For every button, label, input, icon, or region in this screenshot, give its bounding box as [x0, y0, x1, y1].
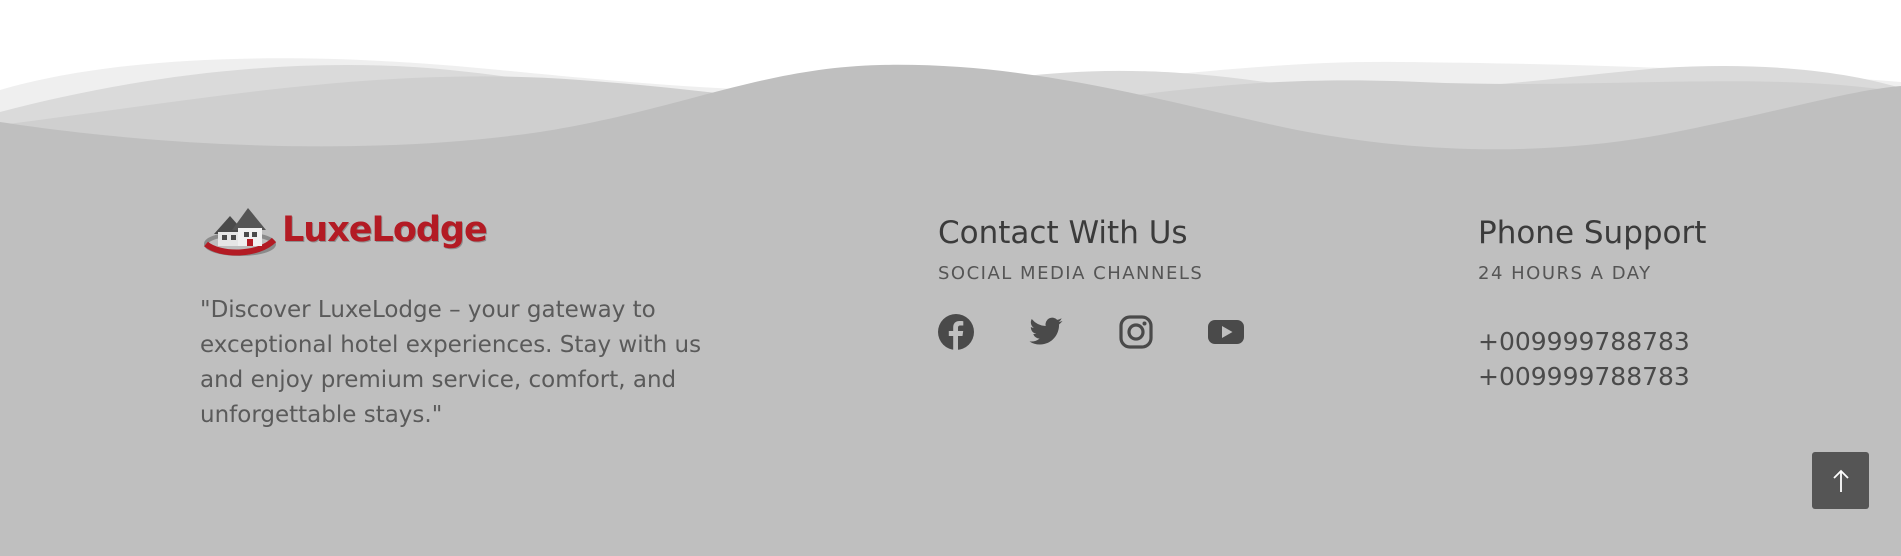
- house-logo-icon: [204, 208, 277, 256]
- phone-support-title: Phone Support: [1478, 215, 1707, 251]
- arrow-up-icon: [1832, 469, 1849, 492]
- brand-block: LuxeLodge: [200, 200, 488, 260]
- contact-column: Contact With Us SOCIAL MEDIA CHANNELS: [938, 213, 1244, 350]
- social-links: [938, 314, 1244, 350]
- brand-logo[interactable]: LuxeLodge: [200, 200, 488, 260]
- phone-number[interactable]: +009999788783: [1478, 359, 1706, 394]
- phone-support-column: Phone Support 24 HOURS A DAY +0099997887…: [1478, 213, 1706, 394]
- brand-tagline: "Discover LuxeLodge – your gateway to ex…: [200, 297, 702, 428]
- contact-subtitle: SOCIAL MEDIA CHANNELS: [938, 263, 1204, 284]
- phone-numbers: +009999788783 +009999788783: [1478, 324, 1706, 394]
- phone-support-subtitle: 24 HOURS A DAY: [1478, 263, 1652, 284]
- back-to-top-button[interactable]: [1812, 452, 1869, 509]
- contact-title: Contact With Us: [938, 215, 1188, 251]
- instagram-icon[interactable]: [1118, 314, 1154, 350]
- brand-logo-text: LuxeLodge: [282, 210, 488, 250]
- facebook-icon[interactable]: [938, 314, 974, 350]
- youtube-icon[interactable]: [1208, 314, 1244, 350]
- twitter-icon[interactable]: [1028, 314, 1064, 350]
- site-footer: LuxeLodge "Discover LuxeLodge – your gat…: [0, 0, 1901, 556]
- phone-number[interactable]: +009999788783: [1478, 324, 1706, 359]
